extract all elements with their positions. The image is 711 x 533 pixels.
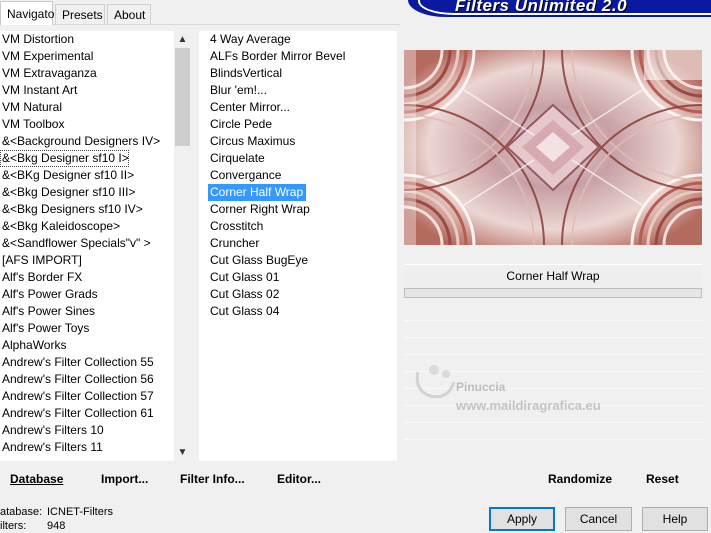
filter-item[interactable]: ALFs Border Mirror Bevel — [199, 48, 345, 65]
category-item[interactable]: VM Toolbox — [0, 116, 64, 133]
filter-list[interactable]: 4 Way Average ALFs Border Mirror Bevel Bli… — [199, 31, 397, 461]
filter-item[interactable]: Cirquelate — [199, 150, 265, 167]
tab-presets[interactable]: Presets — [55, 4, 105, 24]
category-item[interactable]: &<Bkg Designer sf10 I> — [0, 150, 129, 167]
filter-info-button[interactable]: Filter Info... — [180, 471, 245, 487]
category-item[interactable]: Andrew's Filters 11 — [0, 439, 103, 456]
database-button[interactable]: Database — [10, 471, 63, 487]
category-item[interactable]: Andrew's Filter Collection 61 — [0, 405, 154, 422]
scroll-down-arrow-icon[interactable]: ▼ — [174, 444, 191, 461]
filter-item[interactable]: Cut Glass 04 — [199, 303, 279, 320]
category-item[interactable]: Andrew's Filters 10 — [0, 422, 104, 439]
tab-bar-line — [0, 24, 400, 25]
category-item[interactable]: Alf's Power Sines — [0, 303, 95, 320]
category-item[interactable]: &<Background Designers IV> — [0, 133, 160, 150]
category-item[interactable]: Alf's Power Grads — [0, 286, 98, 303]
preview-image — [404, 50, 702, 245]
category-item[interactable]: [AFS IMPORT] — [0, 252, 82, 269]
preview-filter-name: Corner Half Wrap — [404, 264, 702, 287]
tab-navigator[interactable]: Navigator — [0, 1, 58, 25]
help-button[interactable]: Help — [642, 507, 708, 531]
editor-button[interactable]: Editor... — [277, 471, 321, 487]
category-list[interactable]: VM Distortion VM Experimental VM Extravaga… — [0, 31, 174, 461]
category-item[interactable]: Andrew's Filter Collection 55 — [0, 354, 154, 371]
watermark-logo-icon — [415, 365, 456, 399]
category-item[interactable]: Alf's Power Toys — [0, 320, 89, 337]
filter-item[interactable]: Corner Half Wrap — [208, 184, 307, 201]
database-label: atabase: — [0, 506, 43, 518]
scroll-up-arrow-icon[interactable]: ▲ — [174, 31, 191, 48]
filter-item[interactable]: Crosstitch — [199, 218, 263, 235]
category-item[interactable]: VM Distortion — [0, 31, 74, 48]
tab-about[interactable]: About — [107, 4, 151, 24]
category-item[interactable]: Andrew's Filter Collection 56 — [0, 371, 154, 388]
app-title: Filters Unlimited 2.0 — [455, 0, 628, 15]
filter-item[interactable]: Circus Maximus — [199, 133, 295, 150]
filters-count-label: ilters: — [0, 520, 27, 532]
category-item[interactable]: &<Bkg Kaleidoscope> — [0, 218, 120, 235]
filter-item[interactable]: Cut Glass BugEye — [199, 252, 308, 269]
filter-item[interactable]: Blur 'em!... — [199, 82, 267, 99]
reset-button[interactable]: Reset — [646, 471, 679, 487]
divider — [404, 320, 702, 321]
category-item[interactable]: &<BKg Designer sf10 II> — [0, 167, 134, 184]
divider — [404, 439, 702, 440]
category-item[interactable]: VM Instant Art — [0, 82, 77, 99]
category-item[interactable]: &<Bkg Designer sf10 III> — [0, 184, 135, 201]
category-item[interactable]: Andrew's Filter Collection 57 — [0, 388, 154, 405]
watermark-name: Pinuccia — [456, 380, 506, 394]
progress-bar — [404, 288, 702, 298]
watermark: Pinuccia www.maildiragrafica.eu — [404, 350, 702, 430]
randomize-button[interactable]: Randomize — [548, 471, 612, 487]
filter-item[interactable]: BlindsVertical — [199, 65, 282, 82]
scroll-thumb[interactable] — [175, 48, 190, 146]
filter-item[interactable]: Cruncher — [199, 235, 259, 252]
category-item[interactable]: Alf's Border FX — [0, 269, 82, 286]
filter-item[interactable]: 4 Way Average — [199, 31, 291, 48]
divider — [404, 337, 702, 338]
category-item[interactable]: &<Sandflower Specials"v" > — [0, 235, 151, 252]
category-scrollbar[interactable]: ▲ ▼ — [174, 31, 191, 461]
import-button[interactable]: Import... — [101, 471, 148, 487]
filter-item[interactable]: Center Mirror... — [199, 99, 290, 116]
filter-item[interactable]: Corner Right Wrap — [199, 201, 310, 218]
category-item[interactable]: AlphaWorks — [0, 337, 66, 354]
filter-item[interactable]: Cut Glass 01 — [199, 269, 279, 286]
filter-item[interactable]: Convergance — [199, 167, 281, 184]
watermark-url: www.maildiragrafica.eu — [456, 398, 601, 413]
category-item[interactable]: VM Extravaganza — [0, 65, 97, 82]
filter-item[interactable]: Cut Glass 02 — [199, 286, 279, 303]
database-value: ICNET-Filters — [47, 506, 113, 518]
filters-count-value: 948 — [47, 520, 66, 532]
category-item[interactable]: VM Experimental — [0, 48, 93, 65]
category-item[interactable]: VM Natural — [0, 99, 62, 116]
apply-button[interactable]: Apply — [489, 507, 555, 531]
cancel-button[interactable]: Cancel — [565, 507, 632, 531]
filter-item[interactable]: Circle Pede — [199, 116, 272, 133]
category-item[interactable]: &<Bkg Designers sf10 IV> — [0, 201, 143, 218]
